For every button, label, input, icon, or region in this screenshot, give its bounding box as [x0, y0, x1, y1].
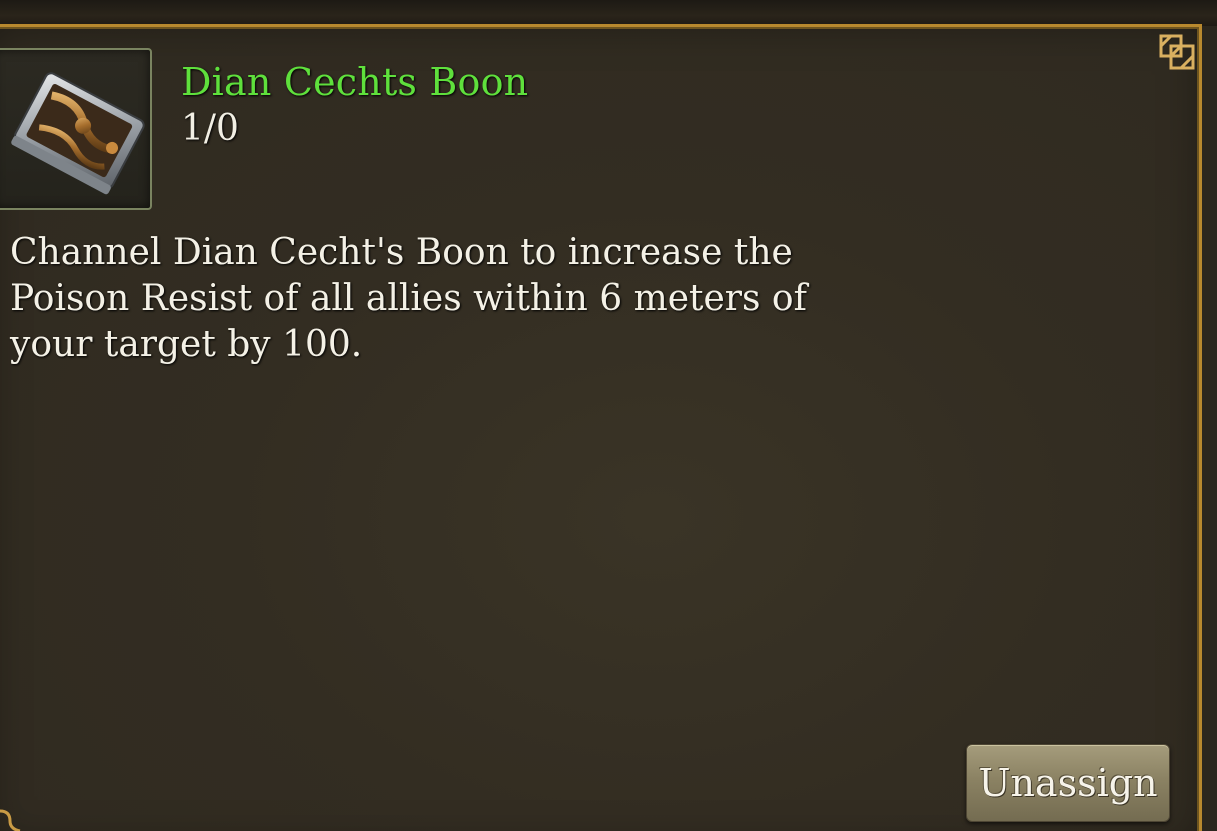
ornate-tome-icon [11, 72, 145, 195]
corner-ornament-icon [0, 809, 21, 831]
unassign-button[interactable]: Unassign [966, 744, 1170, 822]
celtic-knot-corner-icon [1159, 34, 1195, 70]
ability-icon-frame [0, 48, 152, 210]
ability-name: Dian Cechts Boon [181, 60, 529, 104]
top-frame-strip [0, 0, 1217, 26]
ability-rank: 1/0 [181, 108, 239, 149]
unassign-button-label: Unassign [978, 761, 1158, 805]
ability-tooltip-screen: Dian Cechts Boon 1/0 Channel Dian Cecht'… [0, 0, 1217, 831]
ability-description: Channel Dian Cecht's Boon to increase th… [10, 232, 807, 365]
